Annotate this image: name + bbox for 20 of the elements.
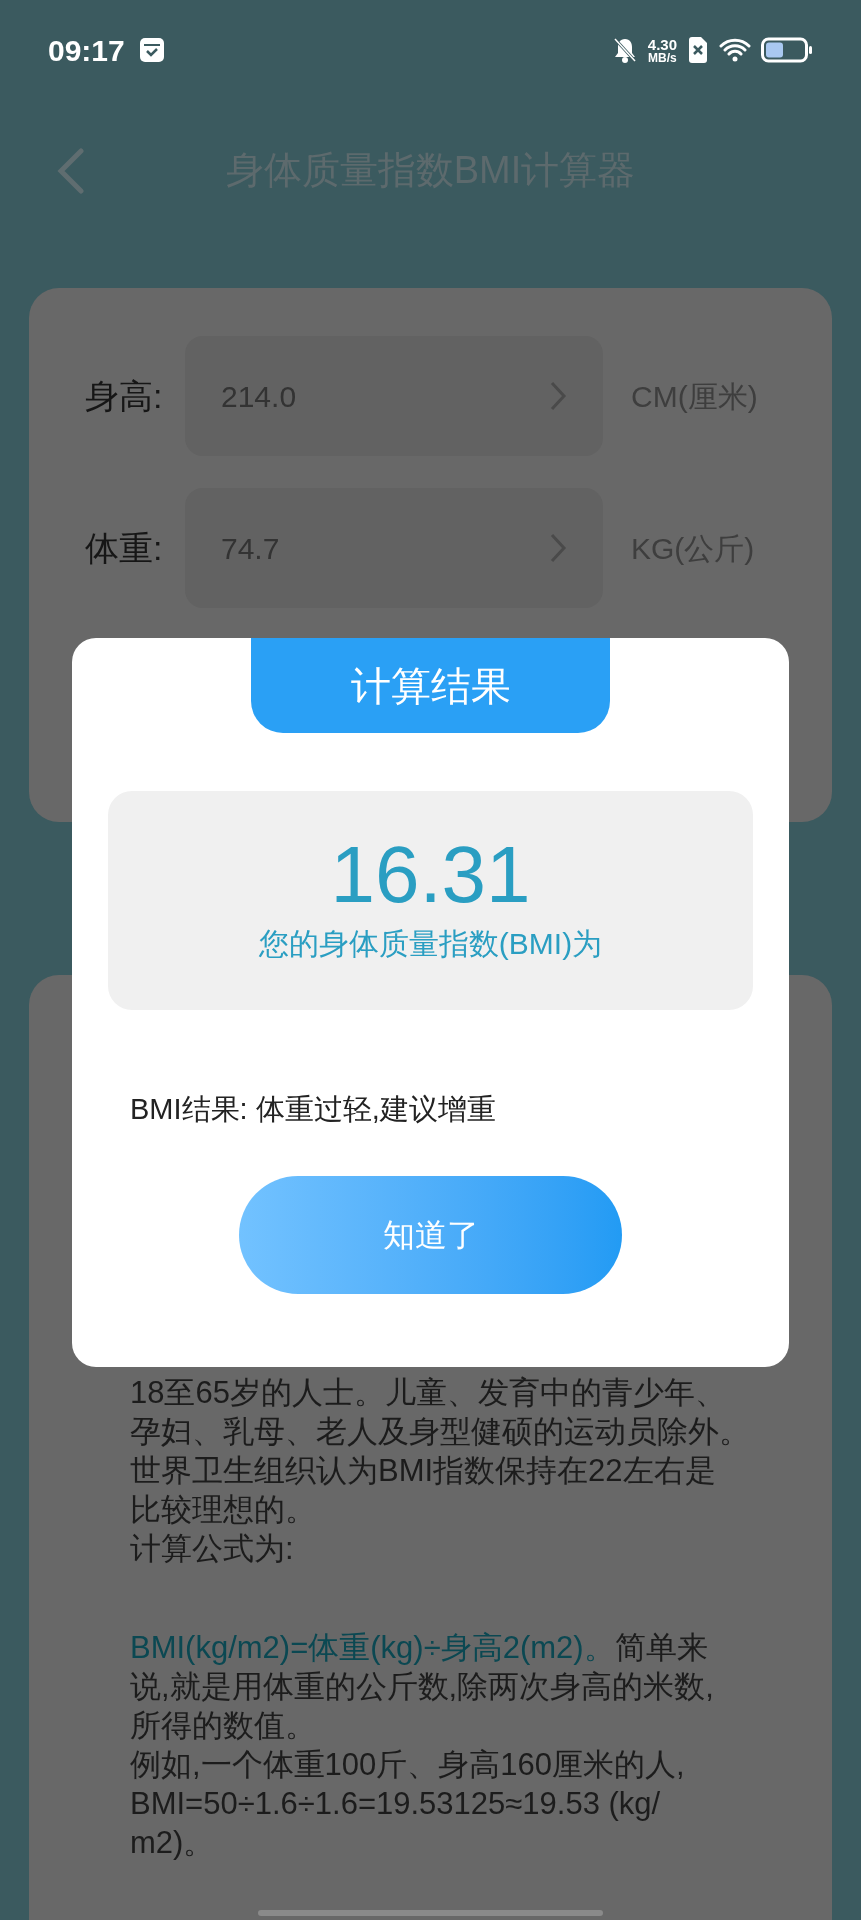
bmi-value: 16.31	[330, 835, 531, 915]
bmi-result-text: BMI结果: 体重过轻,建议增重	[130, 1093, 496, 1125]
info-text-line: 18至65岁的人士。儿童、发育中的青少年、	[130, 1374, 727, 1412]
info-text-line: BMI(kg/m2)=体重(kg)÷身高2(m2)。简单来	[130, 1629, 709, 1667]
field-label: 身高:	[85, 375, 164, 417]
field-label: 体重:	[85, 527, 164, 569]
clock-time: 09:17	[48, 32, 125, 69]
info-text-line: 说,就是用体重的公斤数,除两次身高的米数,	[130, 1668, 715, 1706]
info-text-line: 孕妇、乳母、老人及身型健硕的运动员除外。	[130, 1413, 731, 1451]
network-speed-unit: MB/s	[648, 51, 677, 64]
info-text-line: 计算公式为:	[130, 1530, 295, 1568]
info-text-line: BMI=50÷1.6÷1.6=19.53125≈19.53 (kg/	[130, 1785, 662, 1823]
bmi-caption: 您的身体质量指数(BMI)为	[258, 926, 603, 962]
network-speed-value: 4.30	[647, 36, 677, 52]
info-text-line: 比较理想的。	[130, 1491, 317, 1529]
info-text-line: 世界卫生组织认为BMI指数保持在22左右是	[130, 1452, 717, 1490]
dialog-title: 计算结果	[251, 638, 610, 733]
info-text-line: 例如,一个体重100斤、身高160厘米的人,	[130, 1746, 686, 1784]
info-text-line: 所得的数值。	[130, 1707, 317, 1745]
info-text-line: m2)。	[130, 1824, 216, 1862]
